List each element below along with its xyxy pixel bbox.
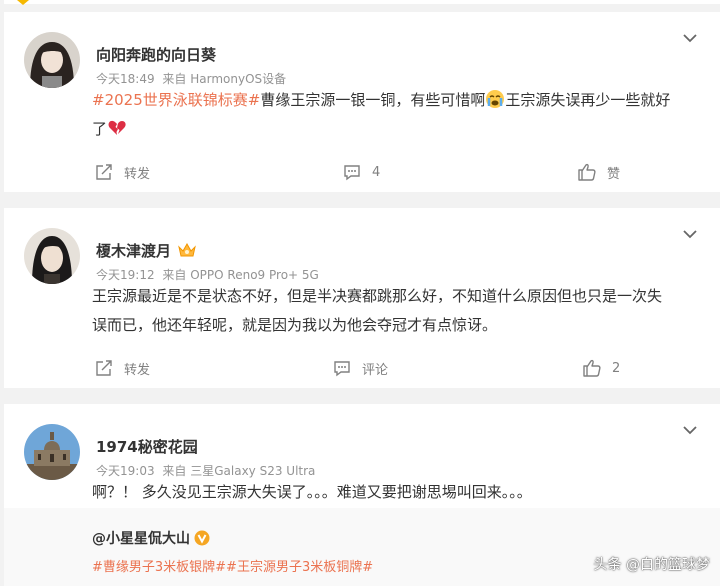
post-meta: 今天19:03 来自 三星Galaxy S23 Ultra [96,462,315,479]
post-card-2: 榎木津渡月 今天19:12 来自 OPPO Reno9 Pro+ 5G 王宗源最… [4,208,720,388]
thumbs-up-icon [583,359,601,377]
chevron-down-icon[interactable] [682,422,698,438]
post-meta: 今天18:49 来自 HarmonyOS设备 [96,70,286,87]
repost-icon [96,360,112,376]
like-count: 2 [612,360,621,376]
repost-topics[interactable]: #曹缘男子3米板银牌##王宗源男子3米板铜牌# [92,556,373,575]
post-source: 来自 HarmonyOS设备 [162,72,287,86]
post-source: 来自 三星Galaxy S23 Ultra [162,464,316,478]
post-text: 王宗源最近是不是状态不好，但是半决赛都跳那么好，不知道什么原因但也只是一次失 误… [92,287,663,334]
reposted-content[interactable]: @小星星侃大山 #曹缘男子3米板银牌##王宗源男子3米板铜牌# 头条 @白的篮球… [4,508,720,586]
comment-button[interactable]: 评论 [332,356,388,380]
post-time[interactable]: 今天19:03 [96,464,155,478]
post-time[interactable]: 今天18:49 [96,72,155,86]
post-meta: 今天19:12 来自 OPPO Reno9 Pro+ 5G [96,266,319,283]
repost-button[interactable]: 转发 [94,160,150,184]
verified-badge-icon [194,530,210,546]
username[interactable]: 向阳奔跑的向日葵 [96,44,216,65]
avatar[interactable] [24,32,80,88]
repost-label: 转发 [124,362,151,378]
topic-link[interactable]: #2025世界泳联锦标赛# [92,91,260,109]
like-button[interactable]: 2 [582,356,620,380]
avatar[interactable] [24,424,80,480]
top-strip [4,0,720,4]
avatar[interactable] [24,228,80,284]
chevron-down-icon[interactable] [682,30,698,46]
repost-button[interactable]: 转发 [94,356,150,380]
post-actions: 转发 4 赞 [4,160,720,184]
post-text: #2025世界泳联锦标赛#曹缘王宗源一银一铜，有些可惜啊 王宗源失误再少一些就好了 [92,90,671,138]
post-text: 啊？！ 多久没见王宗源大失误了。。。难道又要把谢思埸叫回来。。。 [92,483,532,501]
post-time[interactable]: 今天19:12 [96,268,155,282]
comment-button[interactable]: 4 [342,160,380,184]
post-source: 来自 OPPO Reno9 Pro+ 5G [162,268,319,282]
repost-label: 转发 [124,166,151,182]
watermark: 头条 @白的篮球梦 [593,557,710,573]
chevron-down-icon[interactable] [682,226,698,242]
like-button[interactable]: 赞 [577,160,620,184]
comment-icon [344,165,360,181]
comment-icon [334,361,350,377]
broken-heart-icon [108,120,126,135]
comment-label: 评论 [362,362,389,378]
username[interactable]: 榎木津渡月 [96,240,197,261]
thumbs-up-icon [578,163,596,181]
post-card-3: 1974秘密花园 今天19:03 来自 三星Galaxy S23 Ultra 啊… [4,404,720,508]
crying-emoji-icon [486,90,505,108]
repost-username[interactable]: @小星星侃大山 [92,528,210,548]
post-card-1: 向阳奔跑的向日葵 今天18:49 来自 HarmonyOS设备 #2025世界泳… [4,12,720,192]
post-actions: 转发 评论 2 [4,356,720,380]
like-label: 赞 [607,166,621,182]
partial-icon-top [17,0,29,5]
repost-icon [96,164,112,180]
username[interactable]: 1974秘密花园 [96,436,198,457]
comment-count: 4 [372,164,381,180]
crown-badge-icon [178,242,196,257]
